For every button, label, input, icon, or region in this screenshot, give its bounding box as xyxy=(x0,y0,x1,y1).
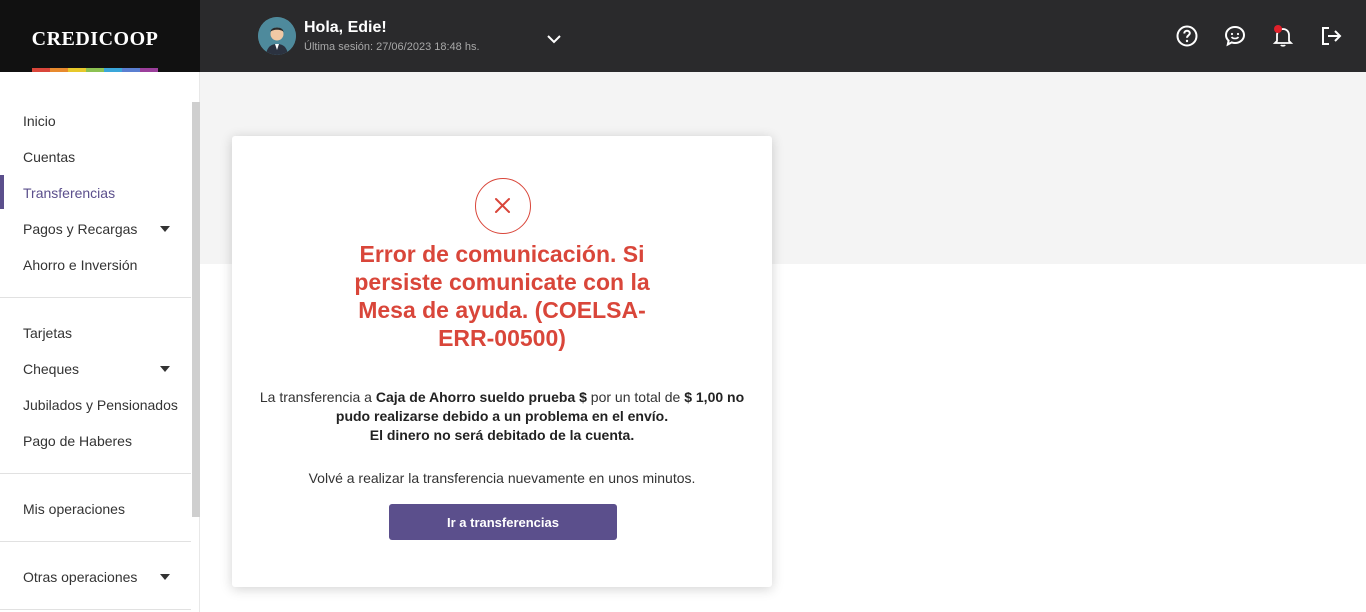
chevron-down-icon[interactable] xyxy=(546,34,562,44)
top-bar: CREDICOOP Hola, Edie! Última sesión: 27/… xyxy=(0,0,1366,72)
chat-icon[interactable] xyxy=(1223,24,1247,48)
active-indicator xyxy=(0,175,4,209)
sidebar-item-cuentas[interactable]: Cuentas xyxy=(23,149,75,165)
caret-down-icon[interactable] xyxy=(160,366,170,372)
sidebar-item-cheques[interactable]: Cheques xyxy=(23,361,79,377)
sidebar-item-pago-haberes[interactable]: Pago de Haberes xyxy=(23,433,132,449)
bell-icon[interactable] xyxy=(1271,24,1295,48)
sidebar-divider xyxy=(0,473,191,474)
sidebar-item-inicio[interactable]: Inicio xyxy=(23,113,56,129)
sidebar: Inicio Cuentas Transferencias Pagos y Re… xyxy=(0,72,200,612)
logo[interactable]: CREDICOOP xyxy=(0,0,200,72)
sidebar-divider xyxy=(0,609,191,610)
sidebar-item-otras-operaciones[interactable]: Otras operaciones xyxy=(23,569,137,585)
sidebar-item-ahorro-inversion[interactable]: Ahorro e Inversión xyxy=(23,257,137,273)
not-debited-text: El dinero no será debitado de la cuenta. xyxy=(369,427,635,443)
error-message: La transferencia a Caja de Ahorro sueldo… xyxy=(252,388,752,445)
greeting: Hola, Edie! xyxy=(304,19,387,36)
message-prefix: La transferencia a xyxy=(259,389,376,405)
avatar xyxy=(258,17,296,55)
sidebar-item-jubilados[interactable]: Jubilados y Pensionados xyxy=(23,397,178,413)
sidebar-divider xyxy=(0,297,191,298)
sidebar-item-mis-operaciones[interactable]: Mis operaciones xyxy=(23,501,125,517)
caret-down-icon[interactable] xyxy=(160,574,170,580)
sidebar-item-transferencias[interactable]: Transferencias xyxy=(23,185,115,201)
logout-icon[interactable] xyxy=(1319,24,1343,48)
account-name: Caja de Ahorro sueldo prueba $ xyxy=(375,389,587,405)
error-icon xyxy=(475,178,531,234)
retry-text: Volvé a realizar la transferencia nuevam… xyxy=(308,470,696,486)
go-to-transfers-button[interactable]: Ir a transferencias xyxy=(389,504,617,540)
sidebar-divider xyxy=(0,541,191,542)
sidebar-scrollbar[interactable] xyxy=(192,102,200,517)
sidebar-item-tarjetas[interactable]: Tarjetas xyxy=(23,325,72,341)
last-session-text: Última sesión: 27/06/2023 18:48 hs. xyxy=(304,41,480,53)
logo-text: CREDICOOP xyxy=(31,28,159,50)
error-title: Error de comunicación. Si persiste comun… xyxy=(354,241,650,351)
help-icon[interactable] xyxy=(1175,24,1199,48)
sidebar-item-pagos-recargas[interactable]: Pagos y Recargas xyxy=(23,221,137,237)
caret-down-icon[interactable] xyxy=(160,226,170,232)
message-middle: por un total de xyxy=(586,389,685,405)
error-modal: Error de comunicación. Si persiste comun… xyxy=(232,136,772,587)
